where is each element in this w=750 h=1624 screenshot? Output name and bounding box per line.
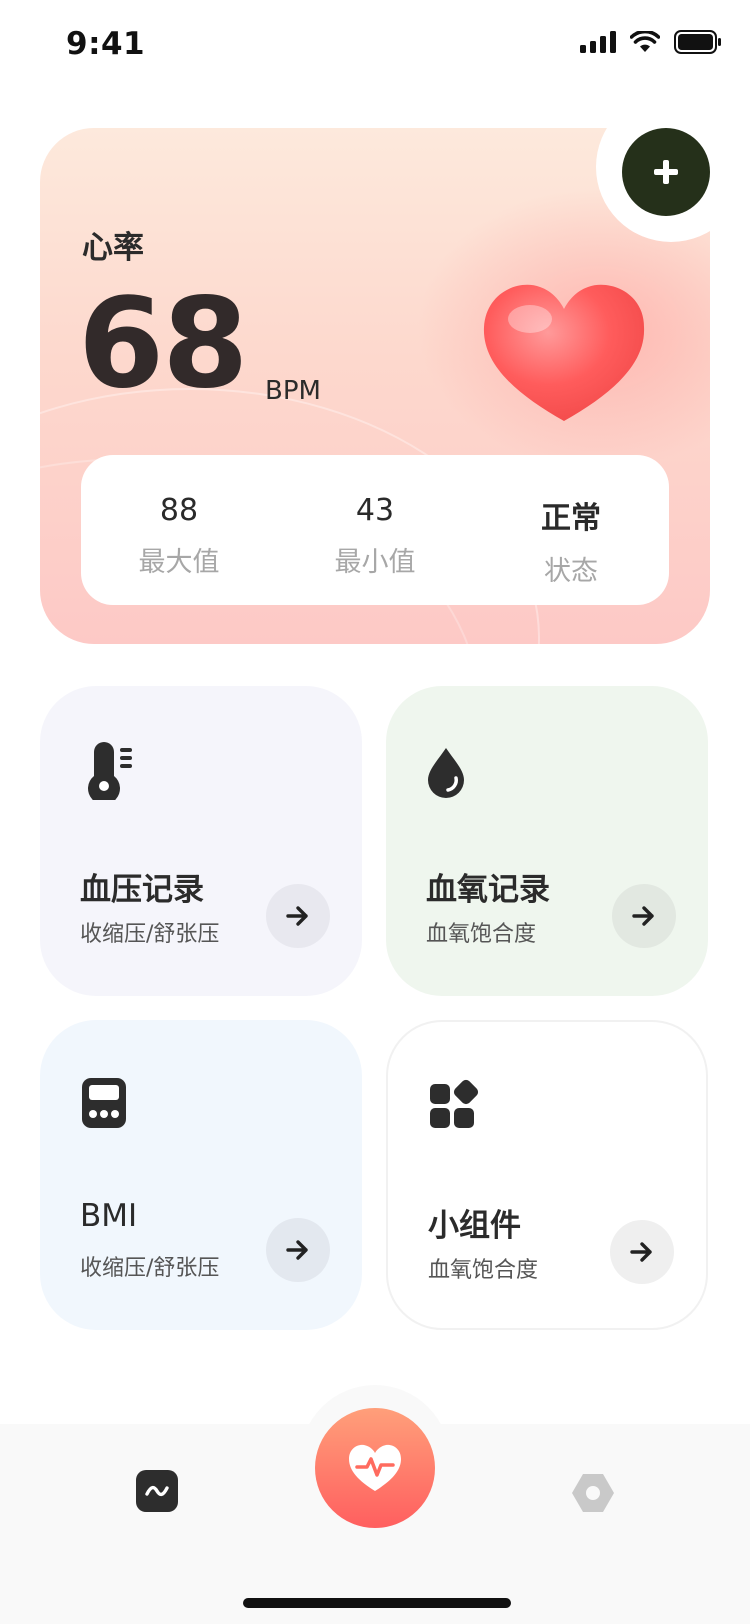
- stat-label: 状态: [544, 556, 598, 587]
- stat-max: 88 最大值: [81, 455, 277, 605]
- thermometer-icon: [88, 742, 132, 800]
- card-title: 小组件: [428, 1208, 521, 1244]
- heart-rate-unit: BPM: [265, 376, 321, 406]
- widgets-icon: [430, 1079, 479, 1128]
- drop-icon: [428, 748, 464, 798]
- stat-label: 最大值: [138, 547, 220, 578]
- home-indicator: [243, 1598, 511, 1608]
- status-icons: [580, 30, 722, 54]
- bmi-card[interactable]: BMI 收缩压/舒张压: [40, 1020, 362, 1330]
- status-bar: 9:41: [0, 0, 750, 96]
- card-subtitle: 血氧饱合度: [426, 922, 537, 947]
- wifi-icon: [630, 31, 660, 52]
- blood-oxygen-card[interactable]: 血氧记录 血氧饱合度: [386, 686, 708, 996]
- stat-value: 88: [159, 493, 199, 528]
- tab-trends[interactable]: [136, 1470, 178, 1512]
- open-blood-oxygen-button[interactable]: [612, 884, 676, 948]
- arrow-right-icon: [286, 906, 308, 926]
- add-button[interactable]: [622, 128, 710, 216]
- stat-value: 43: [355, 493, 395, 528]
- battery-icon: [674, 30, 721, 54]
- status-time: 9:41: [66, 26, 146, 62]
- card-subtitle: 收缩压/舒张压: [80, 922, 220, 947]
- wave-icon: [145, 1485, 169, 1497]
- settings-icon[interactable]: [570, 1470, 616, 1516]
- heart-icon: [483, 284, 645, 421]
- blood-pressure-card[interactable]: 血压记录 收缩压/舒张压: [40, 686, 362, 996]
- open-bmi-button[interactable]: [266, 1218, 330, 1282]
- signal-icon: [580, 31, 616, 53]
- calculator-icon: [82, 1078, 126, 1128]
- arrow-right-icon: [630, 1242, 652, 1262]
- card-title: BMI: [80, 1198, 138, 1234]
- widgets-card[interactable]: 小组件 血氧饱合度: [386, 1020, 708, 1330]
- heart-rate-stats: 88 最大值 43 最小值 正常 状态: [81, 455, 669, 605]
- arrow-right-icon: [632, 906, 654, 926]
- tab-heart-rate[interactable]: [315, 1408, 435, 1528]
- plus-icon: [654, 160, 678, 184]
- stat-value: 正常: [541, 501, 601, 536]
- stat-min: 43 最小值: [277, 455, 473, 605]
- arrow-right-icon: [286, 1240, 308, 1260]
- open-widgets-button[interactable]: [610, 1220, 674, 1284]
- card-title: 血氧记录: [426, 872, 550, 908]
- stat-label: 最小值: [334, 547, 416, 578]
- card-subtitle: 收缩压/舒张压: [80, 1256, 220, 1281]
- heart-rate-value: 68: [78, 272, 249, 416]
- card-subtitle: 血氧饱合度: [428, 1258, 539, 1283]
- heart-rate-title: 心率: [82, 230, 144, 266]
- heartbeat-icon: [349, 1444, 401, 1491]
- open-blood-pressure-button[interactable]: [266, 884, 330, 948]
- card-title: 血压记录: [80, 872, 204, 908]
- stat-status: 正常 状态: [473, 455, 669, 605]
